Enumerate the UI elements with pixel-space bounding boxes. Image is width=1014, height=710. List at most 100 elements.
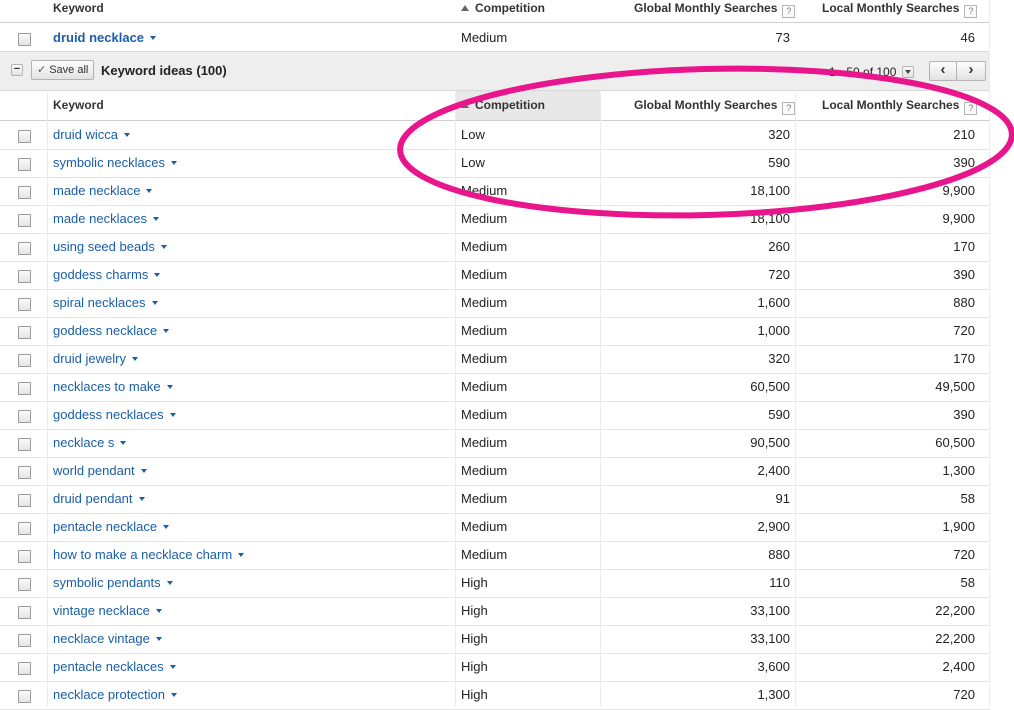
row-checkbox[interactable] [18, 438, 31, 451]
keyword-link[interactable]: goddess charms [53, 267, 161, 282]
top-table-header: Keyword Competition Global Monthly Searc… [0, 0, 990, 23]
header-global-searches[interactable]: Global Monthly Searches? [634, 1, 796, 18]
keyword-link[interactable]: necklaces to make [53, 379, 173, 394]
global-searches-value: 3,600 [757, 659, 790, 674]
keyword-link[interactable]: spiral necklaces [53, 295, 158, 310]
header-competition[interactable]: Competition [461, 98, 545, 112]
chevron-down-icon[interactable] [124, 133, 131, 137]
row-checkbox[interactable] [18, 242, 31, 255]
local-searches-value: 390 [953, 155, 975, 170]
help-icon[interactable]: ? [964, 5, 978, 18]
chevron-down-icon[interactable] [166, 581, 173, 585]
chevron-down-icon[interactable] [150, 36, 157, 40]
collapse-button[interactable]: − [11, 64, 23, 76]
chevron-down-icon[interactable] [238, 553, 245, 557]
chevron-down-icon[interactable] [160, 245, 167, 249]
row-checkbox[interactable] [18, 634, 31, 647]
column-divider [600, 90, 601, 707]
help-icon[interactable]: ? [782, 5, 796, 18]
keyword-link[interactable]: how to make a necklace charm [53, 547, 245, 562]
save-all-button[interactable]: ✓ Save all [31, 60, 95, 80]
keyword-link[interactable]: necklace vintage [53, 631, 162, 646]
chevron-down-icon[interactable] [151, 301, 158, 305]
row-checkbox[interactable] [18, 158, 31, 171]
row-checkbox[interactable] [18, 382, 31, 395]
chevron-down-icon[interactable] [154, 273, 161, 277]
chevron-down-icon[interactable] [120, 441, 127, 445]
row-checkbox[interactable] [18, 662, 31, 675]
row-checkbox[interactable] [18, 270, 31, 283]
chevron-down-icon[interactable] [138, 497, 145, 501]
local-searches-value: 1,300 [942, 463, 975, 478]
keyword-link[interactable]: goddess necklace [53, 323, 170, 338]
row-checkbox[interactable] [18, 298, 31, 311]
chevron-down-icon[interactable] [171, 161, 177, 165]
keyword-link[interactable]: symbolic necklaces [53, 155, 177, 170]
keyword-link[interactable]: druid wicca [53, 127, 131, 142]
global-searches-value: 590 [768, 155, 790, 170]
row-checkbox[interactable] [18, 494, 31, 507]
header-global-searches[interactable]: Global Monthly Searches? [634, 98, 796, 115]
pagination-dropdown-icon[interactable] [902, 66, 914, 78]
chevron-down-icon[interactable] [155, 609, 162, 613]
keyword-link[interactable]: pentacle necklace [53, 519, 170, 534]
global-searches-value: 91 [775, 491, 790, 506]
chevron-down-icon[interactable] [155, 637, 162, 641]
global-searches-value: 590 [768, 407, 790, 422]
competition-value: Low [461, 155, 485, 170]
keyword-link[interactable]: world pendant [53, 463, 147, 478]
row-checkbox[interactable] [18, 550, 31, 563]
chevron-down-icon[interactable] [146, 189, 153, 193]
row-checkbox[interactable] [18, 354, 31, 367]
chevron-down-icon[interactable] [169, 413, 176, 417]
global-searches-value: 1,600 [757, 295, 790, 310]
row-checkbox[interactable] [18, 410, 31, 423]
competition-value: Medium [461, 183, 508, 198]
header-keyword[interactable]: Keyword [53, 1, 104, 15]
local-searches-value: 46 [960, 30, 975, 45]
keyword-link[interactable]: druid jewelry [53, 351, 138, 366]
header-competition[interactable]: Competition [461, 1, 545, 15]
previous-page-button[interactable]: ‹ [929, 61, 957, 81]
header-local-searches[interactable]: Local Monthly Searches? [822, 1, 978, 18]
row-checkbox[interactable] [18, 186, 31, 199]
chevron-down-icon[interactable] [171, 693, 178, 697]
keyword-link[interactable]: goddess necklaces [53, 407, 176, 422]
keyword-link[interactable]: pentacle necklaces [53, 659, 176, 674]
help-icon[interactable]: ? [964, 102, 978, 115]
competition-value: Medium [461, 491, 508, 506]
keyword-link[interactable]: using seed beads [53, 239, 167, 254]
chevron-down-icon[interactable] [152, 217, 159, 221]
global-searches-value: 2,400 [757, 463, 790, 478]
chevron-down-icon[interactable] [131, 357, 138, 361]
keyword-link[interactable]: necklace protection [53, 687, 178, 702]
next-page-button[interactable]: › [956, 61, 986, 81]
row-checkbox[interactable] [18, 522, 31, 535]
chevron-down-icon[interactable] [166, 385, 173, 389]
row-checkbox[interactable] [18, 214, 31, 227]
header-local-searches[interactable]: Local Monthly Searches? [822, 98, 978, 115]
keyword-link[interactable]: vintage necklace [53, 603, 162, 618]
help-icon[interactable]: ? [782, 102, 796, 115]
table-row: spiral necklaces Medium 1,600 880 [0, 289, 990, 318]
row-checkbox[interactable] [18, 326, 31, 339]
row-checkbox[interactable] [18, 33, 31, 46]
row-checkbox[interactable] [18, 466, 31, 479]
chevron-down-icon[interactable] [169, 665, 176, 669]
chevron-down-icon[interactable] [163, 525, 170, 529]
keyword-link[interactable]: druid pendant [53, 491, 145, 506]
keyword-link[interactable]: symbolic pendants [53, 575, 173, 590]
row-checkbox[interactable] [18, 130, 31, 143]
table-row: symbolic necklaces Low 590 390 [0, 149, 990, 178]
row-checkbox[interactable] [18, 690, 31, 703]
searched-keyword-link[interactable]: druid necklace [53, 30, 157, 45]
chevron-down-icon[interactable] [140, 469, 147, 473]
row-checkbox[interactable] [18, 606, 31, 619]
table-row: necklace protection High 1,300 720 [0, 681, 990, 710]
keyword-link[interactable]: made necklace [53, 183, 153, 198]
row-checkbox[interactable] [18, 578, 31, 591]
keyword-link[interactable]: made necklaces [53, 211, 159, 226]
header-keyword[interactable]: Keyword [53, 98, 104, 112]
chevron-down-icon[interactable] [163, 329, 170, 333]
keyword-link[interactable]: necklace s [53, 435, 127, 450]
